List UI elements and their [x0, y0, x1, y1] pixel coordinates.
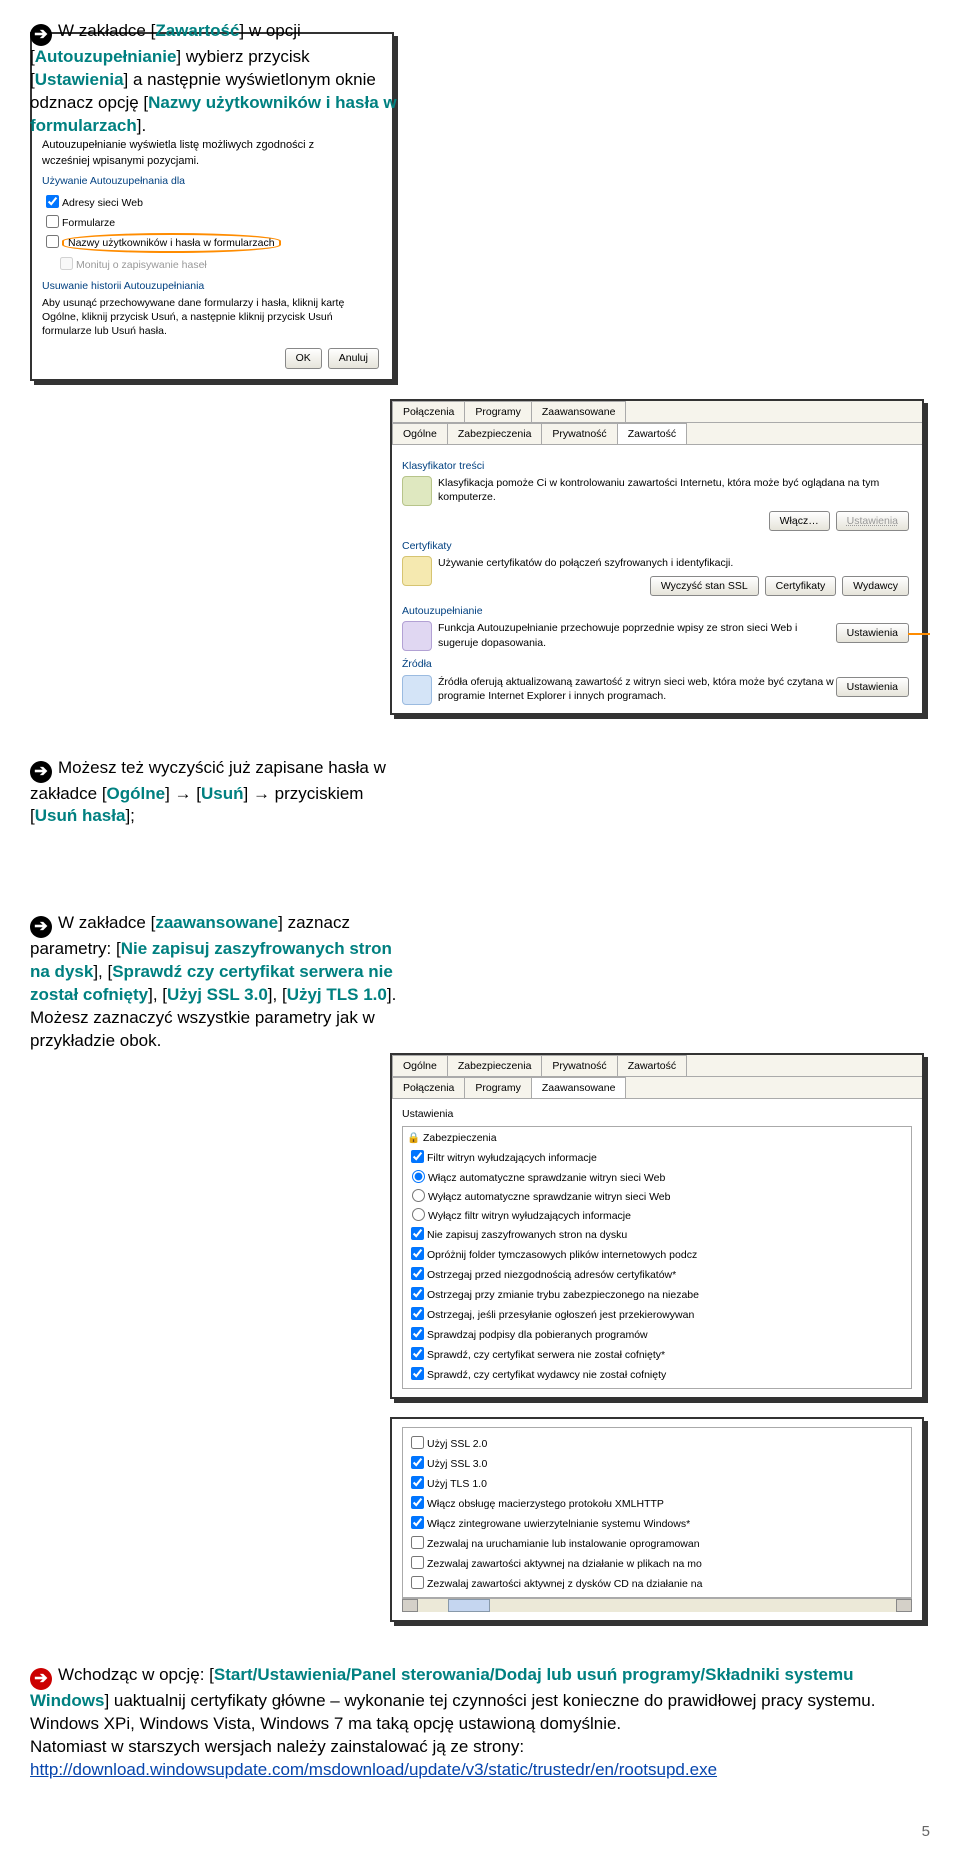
bullet-icon: ➔ [30, 24, 52, 46]
bullet-icon: ➔ [30, 916, 52, 938]
tree-item[interactable]: Zezwalaj zawartości aktywnej na działani… [407, 1553, 907, 1572]
tree-item[interactable]: Włącz obsługę macierzystego protokołu XM… [407, 1493, 907, 1512]
dialog-internet-options: Połączenia Programy Zaawansowane Ogólne … [390, 399, 924, 715]
tree-item[interactable]: Opróżnij folder tymczasowych plików inte… [407, 1244, 907, 1263]
instruction-3: ➔W zakładce [zaawansowane] zaznacz param… [30, 912, 400, 1053]
tabs-row-2: Połączenia Programy Zaawansowane [392, 1077, 922, 1099]
checkbox-forms[interactable]: Formularze [42, 212, 382, 231]
group-desc: Źródła oferują aktualizowaną zawartość z… [438, 675, 836, 703]
feeds-icon [402, 675, 432, 705]
enable-button[interactable]: Włącz… [769, 511, 830, 531]
group-title: Ustawienia [402, 1107, 912, 1121]
certificate-icon [402, 556, 432, 586]
tab-connections[interactable]: Połączenia [392, 1077, 465, 1098]
tab-general[interactable]: Ogólne [392, 1055, 448, 1076]
tab-programs[interactable]: Programy [464, 1077, 532, 1098]
group-title: Autouzupełnianie [402, 604, 912, 618]
feeds-settings-button[interactable]: Ustawienia [836, 677, 909, 697]
tab-security[interactable]: Zabezpieczenia [447, 1055, 543, 1076]
ok-button[interactable]: OK [285, 348, 322, 368]
tree-item[interactable]: Sprawdź, czy certyfikat serwera nie zost… [407, 1344, 907, 1363]
group-title: Używanie Autouzupełnania dla [42, 174, 382, 188]
tree-category: Zabezpieczenia [423, 1132, 497, 1144]
tree-item[interactable]: Zezwalaj zawartości aktywnej z dysków CD… [407, 1573, 907, 1592]
clear-ssl-button[interactable]: Wyczyść stan SSL [650, 576, 759, 596]
tree-item[interactable]: Ostrzegaj przy zmianie trybu zabezpieczo… [407, 1284, 907, 1303]
tab-privacy[interactable]: Prywatność [541, 1055, 617, 1076]
page-number: 5 [30, 1822, 930, 1842]
tree-item[interactable]: Zezwalaj na uruchamianie lub instalowani… [407, 1533, 907, 1552]
tree-item[interactable]: Użyj SSL 2.0 [407, 1433, 907, 1452]
group-desc: Używanie certyfikatów do połączeń szyfro… [438, 556, 912, 570]
scroll-right-icon[interactable] [896, 1599, 912, 1612]
tree-item[interactable]: Filtr witryn wyłudzających informacje [407, 1147, 907, 1166]
tree-item[interactable]: Ostrzegaj, jeśli przesyłanie ogłoszeń je… [407, 1304, 907, 1323]
instruction-4: ➔Wchodząc w opcję: [Start/Ustawienia/Pan… [30, 1664, 930, 1713]
tree-item[interactable]: Wyłącz filtr witryn wyłudzających inform… [407, 1205, 907, 1223]
group-title: Certyfikaty [402, 539, 912, 553]
cancel-button[interactable]: Anuluj [328, 348, 379, 368]
checkbox-prompt-save: Monituj o zapisywanie haseł [42, 254, 382, 273]
tree-item[interactable]: Użyj SSL 3.0 [407, 1453, 907, 1472]
scroll-thumb[interactable] [448, 1599, 490, 1612]
group-title: Źródła [402, 657, 912, 671]
tab-connections[interactable]: Połączenia [392, 401, 465, 422]
group-desc: Klasyfikacja pomoże Ci w kontrolowaniu z… [438, 476, 912, 504]
settings-button[interactable]: Ustawienia [836, 511, 909, 531]
horizontal-scrollbar[interactable] [402, 1598, 912, 1612]
autocomplete-icon [402, 621, 432, 651]
checkbox-web-addresses[interactable]: Adresy sieci Web [42, 192, 382, 211]
tabs-row-1: Połączenia Programy Zaawansowane [392, 401, 922, 423]
instruction-2: ➔Możesz też wyczyścić już zapisane hasła… [30, 757, 400, 829]
instruction-1: ➔W zakładce [Zawartość] w opcji [Autouzu… [30, 20, 400, 138]
publishers-button[interactable]: Wydawcy [842, 576, 909, 596]
tree-item[interactable]: Ostrzegaj przed niezgodnością adresów ce… [407, 1264, 907, 1283]
autocomplete-settings-button[interactable]: Ustawienia [836, 623, 909, 643]
checkbox-credentials[interactable]: Nazwy użytkowników i hasła w formularzac… [42, 232, 382, 253]
tabs-row-2: Ogólne Zabezpieczenia Prywatność Zawarto… [392, 423, 922, 445]
dialog-text: Aby usunąć przechowywane dane formularzy… [42, 296, 382, 339]
scroll-left-icon[interactable] [402, 1599, 418, 1612]
content-advisor-icon [402, 476, 432, 506]
tab-programs[interactable]: Programy [464, 401, 532, 422]
dialog-advanced: Ogólne Zabezpieczenia Prywatność Zawarto… [390, 1053, 924, 1399]
tab-content[interactable]: Zawartość [617, 1055, 687, 1076]
instruction-4-line3: Natomiast w starszych wersjach należy za… [30, 1736, 930, 1759]
tab-advanced[interactable]: Zaawansowane [531, 1077, 627, 1098]
tree-item[interactable]: Nie zapisuj zaszyfrowanych stron na dysk… [407, 1224, 907, 1243]
tree-item[interactable]: Wyłącz automatyczne sprawdzanie witryn s… [407, 1186, 907, 1204]
tab-advanced[interactable]: Zaawansowane [531, 401, 627, 422]
dialog-text: wcześniej wpisanymi pozycjami. [42, 154, 382, 169]
tree-item[interactable]: Włącz zintegrowane uwierzytelnianie syst… [407, 1513, 907, 1532]
instruction-4-line2: Windows XPi, Windows Vista, Windows 7 ma… [30, 1713, 930, 1736]
tabs-row-1: Ogólne Zabezpieczenia Prywatność Zawarto… [392, 1055, 922, 1077]
dialog-advanced-scroll: Użyj SSL 2.0 Użyj SSL 3.0 Użyj TLS 1.0 W… [390, 1417, 924, 1622]
tree-item[interactable]: Sprawdź, czy certyfikat wydawcy nie zost… [407, 1364, 907, 1383]
group-title: Klasyfikator treści [402, 459, 912, 473]
tree-item[interactable]: Włącz automatyczne sprawdzanie witryn si… [407, 1167, 907, 1185]
bullet-icon: ➔ [30, 761, 52, 783]
group-desc: Funkcja Autouzupełnianie przechowuje pop… [438, 621, 836, 649]
tree-item[interactable]: Użyj TLS 1.0 [407, 1473, 907, 1492]
certificates-button[interactable]: Certyfikaty [765, 576, 837, 596]
tree-item[interactable]: Sprawdzaj podpisy dla pobieranych progra… [407, 1324, 907, 1343]
tab-content[interactable]: Zawartość [617, 423, 687, 444]
tab-security[interactable]: Zabezpieczenia [447, 423, 543, 444]
tab-general[interactable]: Ogólne [392, 423, 448, 444]
group-title: Usuwanie historii Autouzupełniania [42, 279, 382, 293]
download-link[interactable]: http://download.windowsupdate.com/msdown… [30, 1760, 717, 1779]
tab-privacy[interactable]: Prywatność [541, 423, 617, 444]
bullet-icon: ➔ [30, 1668, 52, 1690]
